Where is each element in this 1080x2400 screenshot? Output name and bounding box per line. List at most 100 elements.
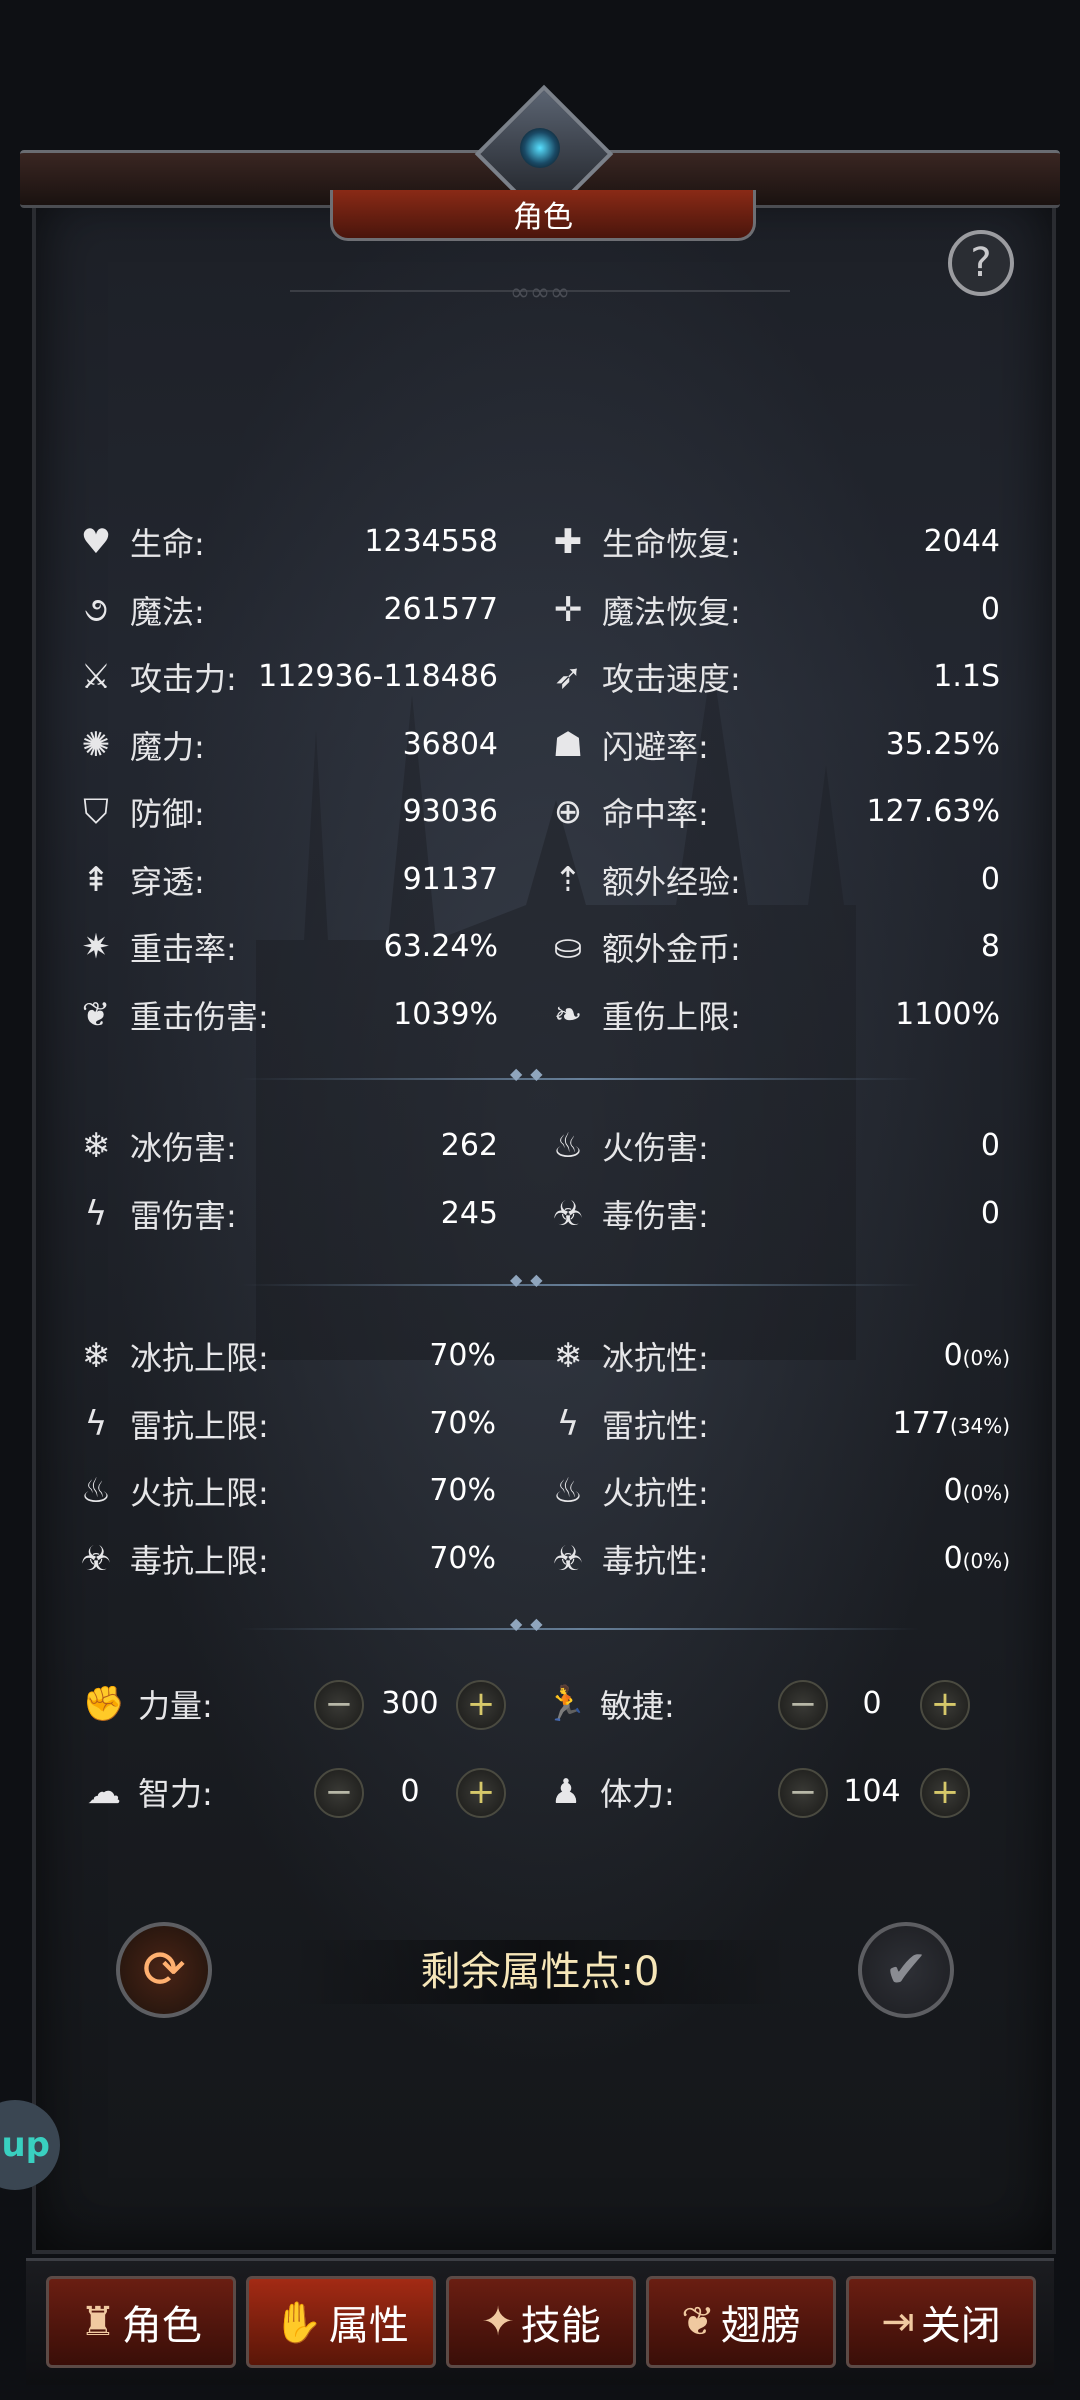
stat-label: 重击率: bbox=[130, 930, 237, 968]
stat-value-number: 0 bbox=[943, 1473, 963, 1508]
stat-value-percent: (0%) bbox=[962, 1481, 1010, 1505]
attribute-row: ☁ 智力: bbox=[82, 1762, 213, 1822]
decrease-intellect-button[interactable]: − bbox=[314, 1768, 364, 1818]
stat-row: ✺ 魔力: bbox=[74, 715, 205, 775]
section-divider bbox=[240, 1064, 920, 1083]
stat-row: ❄ 冰抗性: bbox=[546, 1326, 709, 1386]
stat-row: ૭ 魔法: bbox=[74, 580, 205, 640]
increase-agility-button[interactable]: + bbox=[920, 1680, 970, 1730]
target-icon: ⊕ bbox=[553, 792, 583, 832]
tab-label: 角色 bbox=[121, 2303, 202, 2349]
attribute-value: 300 bbox=[381, 1686, 439, 1721]
stat-label: 额外金币: bbox=[602, 930, 741, 968]
decrease-strength-button[interactable]: − bbox=[314, 1680, 364, 1730]
fire-resist-icon: ♨ bbox=[552, 1471, 584, 1511]
stat-label: 毒抗上限: bbox=[130, 1541, 269, 1580]
attribute-label: 敏捷: bbox=[600, 1687, 675, 1725]
stat-value-number: 70% bbox=[429, 1473, 496, 1508]
attribute-label: 力量: bbox=[138, 1687, 213, 1725]
tab-attribute[interactable]: ✋ 属性 bbox=[246, 2276, 436, 2368]
stat-row: ☣ 毒伤害: bbox=[546, 1184, 709, 1244]
stat-value-number: 2044 bbox=[923, 524, 1000, 559]
stat-value: 0 bbox=[981, 1196, 1000, 1231]
stat-value-number: 261577 bbox=[383, 591, 498, 627]
stat-value: 177(34%) bbox=[893, 1406, 1010, 1441]
increase-strength-button[interactable]: + bbox=[456, 1680, 506, 1730]
stat-value: 245 bbox=[441, 1196, 498, 1231]
gold-icon: ⛀ bbox=[553, 927, 583, 967]
crit-damage-icon: ❦ bbox=[81, 994, 111, 1035]
skill-tab-icon: ✦ bbox=[481, 2299, 515, 2345]
stat-row: ♥ 生命: bbox=[74, 512, 205, 572]
section-divider bbox=[240, 1614, 920, 1633]
attribute-row: 🏃 敏捷: bbox=[544, 1674, 675, 1734]
stat-value: 70% bbox=[429, 1541, 496, 1576]
attribute-value: 104 bbox=[843, 1774, 901, 1809]
tab-character[interactable]: ♜ 角色 bbox=[46, 2276, 236, 2368]
decrease-stamina-button[interactable]: − bbox=[778, 1768, 828, 1818]
stat-row: ❦ 重击伤害: bbox=[74, 985, 269, 1045]
attribute-tab-icon: ✋ bbox=[273, 2299, 323, 2346]
knot-ornament-icon: ∞∞∞ bbox=[510, 278, 570, 306]
tab-label: 技能 bbox=[520, 2303, 601, 2349]
lightning-resist-icon: ϟ bbox=[556, 1403, 580, 1444]
fire-cap-icon: ♨ bbox=[80, 1471, 112, 1511]
poison-resist-icon: ☣ bbox=[552, 1538, 584, 1579]
reset-points-button[interactable]: ⟳ bbox=[116, 1922, 212, 2018]
stat-value: 8 bbox=[981, 929, 1000, 964]
stat-label: 毒抗性: bbox=[602, 1541, 709, 1580]
stat-label: 雷伤害: bbox=[130, 1196, 237, 1235]
exp-icon: ⇡ bbox=[553, 859, 583, 900]
attribute-row: ♟ 体力: bbox=[544, 1762, 675, 1822]
stat-row: ❄ 冰伤害: bbox=[74, 1116, 237, 1176]
stat-row: ⚔ 攻击力: bbox=[74, 647, 237, 707]
stat-value: 0(0%) bbox=[944, 1338, 1010, 1373]
decrease-agility-button[interactable]: − bbox=[778, 1680, 828, 1730]
stat-value-number: 70% bbox=[429, 1405, 496, 1441]
stat-label: 命中率: bbox=[602, 795, 709, 833]
stat-value-percent: (0%) bbox=[962, 1548, 1010, 1573]
stat-label: 攻击速度: bbox=[602, 660, 741, 698]
stat-row: ✚ 生命恢复: bbox=[546, 512, 741, 572]
stat-value: 70% bbox=[429, 1338, 496, 1373]
stat-value: 0(0%) bbox=[944, 1541, 1010, 1576]
confirm-button[interactable]: ✔ bbox=[858, 1922, 954, 2018]
tab-wings[interactable]: ❦ 翅膀 bbox=[646, 2276, 836, 2368]
stat-value: 36804 bbox=[403, 727, 498, 762]
increase-stamina-button[interactable]: + bbox=[920, 1768, 970, 1818]
stat-value-number: 0 bbox=[980, 1195, 1000, 1231]
remaining-points: 剩余属性点:0 bbox=[290, 1940, 790, 2004]
stat-value-number: 1100% bbox=[895, 996, 1000, 1032]
attribute-label: 智力: bbox=[138, 1775, 213, 1813]
sword-icon: ⚔ bbox=[80, 657, 112, 697]
stat-value-number: 0 bbox=[980, 1128, 1000, 1163]
tab-exit[interactable]: ⇥ 关闭 bbox=[846, 2276, 1036, 2368]
stat-row: ⇡ 额外经验: bbox=[546, 850, 741, 910]
stat-row: ♨ 火抗性: bbox=[546, 1461, 709, 1521]
lightning-cap-icon: ϟ bbox=[84, 1403, 108, 1444]
stat-value-number: 93036 bbox=[402, 794, 498, 829]
stat-value-number: 8 bbox=[980, 929, 1000, 964]
stat-label: 生命恢复: bbox=[602, 525, 741, 563]
exit-tab-icon: ⇥ bbox=[881, 2299, 915, 2345]
increase-intellect-button[interactable]: + bbox=[456, 1768, 506, 1818]
stat-row: ϟ 雷伤害: bbox=[74, 1184, 237, 1244]
stat-value: 262 bbox=[441, 1128, 498, 1163]
help-button[interactable]: ? bbox=[948, 230, 1014, 296]
stat-row: ⇞ 穿透: bbox=[74, 850, 205, 910]
ice-icon: ❄ bbox=[81, 1126, 111, 1166]
tab-label: 翅膀 bbox=[720, 2303, 801, 2349]
stat-label: 防御: bbox=[130, 795, 205, 833]
stat-row: ❄ 冰抗上限: bbox=[74, 1326, 269, 1386]
stat-value: 112936-118486 bbox=[258, 659, 498, 694]
stat-label: 魔力: bbox=[130, 727, 205, 766]
stat-value-number: 0 bbox=[980, 591, 1000, 627]
stat-value-number: 36804 bbox=[402, 726, 498, 762]
dodge-icon: ☗ bbox=[552, 724, 584, 765]
tab-skill[interactable]: ✦ 技能 bbox=[446, 2276, 636, 2368]
stat-value: 261577 bbox=[383, 592, 498, 627]
stat-value: 2044 bbox=[924, 524, 1000, 559]
stat-value-number: 0 bbox=[943, 1540, 963, 1576]
stat-value-number: 177 bbox=[892, 1405, 950, 1441]
stat-row: ☗ 闪避率: bbox=[546, 715, 709, 775]
